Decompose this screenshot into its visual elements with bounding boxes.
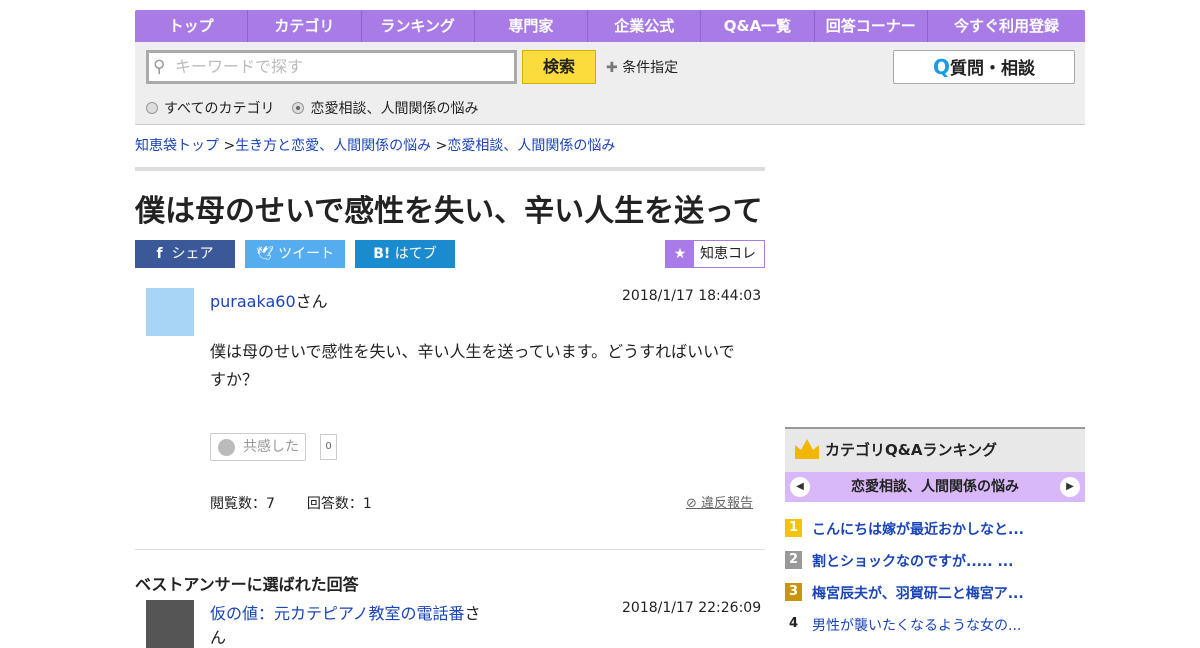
nav-ranking[interactable]: ランキング [362, 10, 475, 42]
user-link[interactable]: puraaka60 [210, 292, 296, 311]
page-title: 僕は母のせいで感性を失い、辛い人生を送って... [135, 194, 765, 229]
user-link[interactable]: 仮の値：元カテピアノ教室の電話番 [210, 604, 465, 623]
nav-top[interactable]: トップ [135, 10, 249, 42]
radio-label: 恋愛相談、人間関係の悩み [310, 101, 479, 117]
ranking-item[interactable]: 3 梅宮辰夫が、羽賀研二と梅宮ア... [785, 583, 1024, 603]
ranking-item-link[interactable]: 割とショックなのですが..... ... [812, 551, 1013, 571]
next-arrow-icon[interactable]: ▶ [1060, 477, 1080, 497]
nav-experts[interactable]: 専門家 [475, 10, 589, 42]
nav-official[interactable]: 企業公式 [588, 10, 702, 42]
nav-register[interactable]: 今すぐ利用登録 [928, 10, 1085, 42]
report-link[interactable]: ⊘ 違反報告 [686, 492, 753, 511]
empathy-label: 共感した [243, 439, 299, 455]
search-icon: ⚲ [153, 57, 166, 77]
smile-icon [218, 439, 235, 456]
radio-all-categories[interactable]: すべてのカテゴリ [146, 98, 274, 118]
ask-label: 質問・相談 [950, 59, 1035, 79]
ask-question-button[interactable]: Q質問・相談 [893, 50, 1075, 84]
breadcrumb-link[interactable]: 恋愛相談、人間関係の悩み [447, 138, 615, 154]
prev-arrow-icon[interactable]: ◀ [790, 477, 810, 497]
tweet-button[interactable]: 🕊 ツイート [245, 240, 345, 268]
collect-label: 知恵コレ [700, 246, 756, 262]
star-icon: ★ [666, 241, 694, 267]
ranking-category: 恋愛相談、人間関係の悩み [851, 479, 1019, 495]
q-icon: Q [932, 55, 950, 79]
prohibit-icon: ⊘ [686, 496, 697, 511]
rank-number: 2 [785, 551, 802, 569]
radio-current-category[interactable]: 恋愛相談、人間関係の悩み [292, 98, 478, 118]
tweet-label: ツイート [278, 246, 335, 262]
hatena-label: はてブ [394, 246, 437, 262]
ranking-item[interactable]: 1 こんにちは嫁が最近おかしなと... [785, 519, 1024, 539]
ranking-item-link[interactable]: こんにちは嫁が最近おかしなと... [812, 519, 1024, 539]
rank-number: 1 [785, 519, 802, 537]
radio-icon [146, 102, 158, 114]
divider [135, 167, 765, 171]
divider [135, 549, 765, 550]
conditions-link[interactable]: ✚ 条件指定 [606, 57, 678, 77]
conditions-label: 条件指定 [622, 60, 679, 76]
best-answer-heading: ベストアンサーに選ばれた回答 [135, 575, 359, 594]
question-text: 僕は母のせいで感性を失い、辛い人生を送っています。どうすればいいですか？ [210, 342, 735, 389]
search-bar: ⚲ キーワードで探す 検索 ✚ 条件指定 Q質問・相談 すべてのカテゴリ 恋愛相談… [135, 42, 1085, 125]
empathy-button[interactable]: 共感した [210, 433, 306, 461]
radio-label: すべてのカテゴリ [164, 101, 275, 117]
plus-icon: ✚ [606, 60, 618, 76]
breadcrumb: 知恵袋トップ >生き方と恋愛、人間関係の悩み >恋愛相談、人間関係の悩み [135, 138, 616, 154]
empathy-count: 0 [320, 434, 337, 460]
ranking-item-link[interactable]: 男性が襲いたくなるような女の... [812, 615, 1021, 635]
answer-count: 回答数：1 [306, 496, 372, 512]
facebook-icon: f [156, 246, 163, 262]
answer-date: 2018/1/17 22:26:09 [622, 600, 762, 616]
share-label: シェア [171, 246, 214, 262]
report-label: 違反報告 [701, 496, 754, 511]
facebook-share-button[interactable]: f シェア [135, 240, 235, 268]
search-placeholder: キーワードで探す [175, 57, 304, 76]
san-suffix: さん [295, 292, 328, 311]
question-date: 2018/1/17 18:44:03 [622, 288, 762, 304]
search-input[interactable]: ⚲ キーワードで探す [146, 50, 517, 84]
collect-button[interactable]: ★ 知恵コレ [665, 240, 765, 268]
ranking-item-link[interactable]: 梅宮辰夫が、羽賀研二と梅宮ア... [812, 583, 1024, 603]
radio-selected-icon [292, 102, 305, 114]
twitter-icon: 🕊 [255, 246, 274, 262]
ranking-panel: カテゴリQ&Aランキング ◀ 恋愛相談、人間関係の悩み ▶ [785, 427, 1085, 502]
nav-qa-list[interactable]: Q&A一覧 [701, 10, 815, 42]
breadcrumb-link[interactable]: 知恵袋トップ [135, 138, 219, 154]
search-button[interactable]: 検索 [522, 50, 596, 84]
hatena-button[interactable]: B! はてブ [355, 240, 455, 268]
crown-icon [795, 439, 819, 459]
breadcrumb-link[interactable]: 生き方と恋愛、人間関係の悩み [235, 138, 431, 154]
nav-answer-corner[interactable]: 回答コーナー [815, 10, 928, 42]
global-nav: トップ カテゴリ ランキング 専門家 企業公式 Q&A一覧 回答コーナー 今すぐ… [135, 10, 1085, 42]
hatena-icon: B! [373, 246, 391, 262]
ranking-item[interactable]: 4 男性が襲いたくなるような女の... [785, 615, 1021, 635]
ranking-item[interactable]: 2 割とショックなのですが..... ... [785, 551, 1013, 571]
ranking-title: カテゴリQ&Aランキング [825, 441, 997, 459]
avatar[interactable] [146, 288, 194, 336]
rank-number: 3 [785, 583, 802, 601]
view-count: 閲覧数：7 [210, 496, 275, 512]
avatar[interactable] [146, 600, 194, 648]
nav-category[interactable]: カテゴリ [248, 10, 362, 42]
rank-number: 4 [788, 616, 799, 631]
